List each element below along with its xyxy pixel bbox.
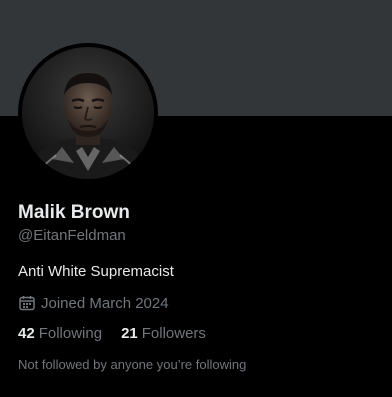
avatar-image xyxy=(22,47,154,179)
following-label: Following xyxy=(38,325,103,342)
joined-date: Joined March 2024 xyxy=(18,293,169,313)
followers-link[interactable]: 21 Followers xyxy=(121,324,206,344)
user-handle: @EitanFeldman xyxy=(18,227,126,244)
avatar[interactable] xyxy=(18,43,158,183)
profile-bio: Anti White Supremacist xyxy=(18,263,174,280)
followers-label: Followers xyxy=(141,325,206,342)
following-link[interactable]: 42 Following xyxy=(18,324,102,344)
follow-stats: 42 Following 21 Followers xyxy=(18,324,225,344)
followers-count: 21 xyxy=(121,325,138,342)
profile-page: Malik Brown @EitanFeldman Anti White Sup… xyxy=(0,0,392,397)
following-count: 42 xyxy=(18,325,35,342)
display-name: Malik Brown xyxy=(18,202,130,223)
joined-label: Joined March 2024 xyxy=(41,294,169,312)
mutuals-note: Not followed by anyone you’re following xyxy=(18,357,247,372)
calendar-icon xyxy=(19,296,35,311)
